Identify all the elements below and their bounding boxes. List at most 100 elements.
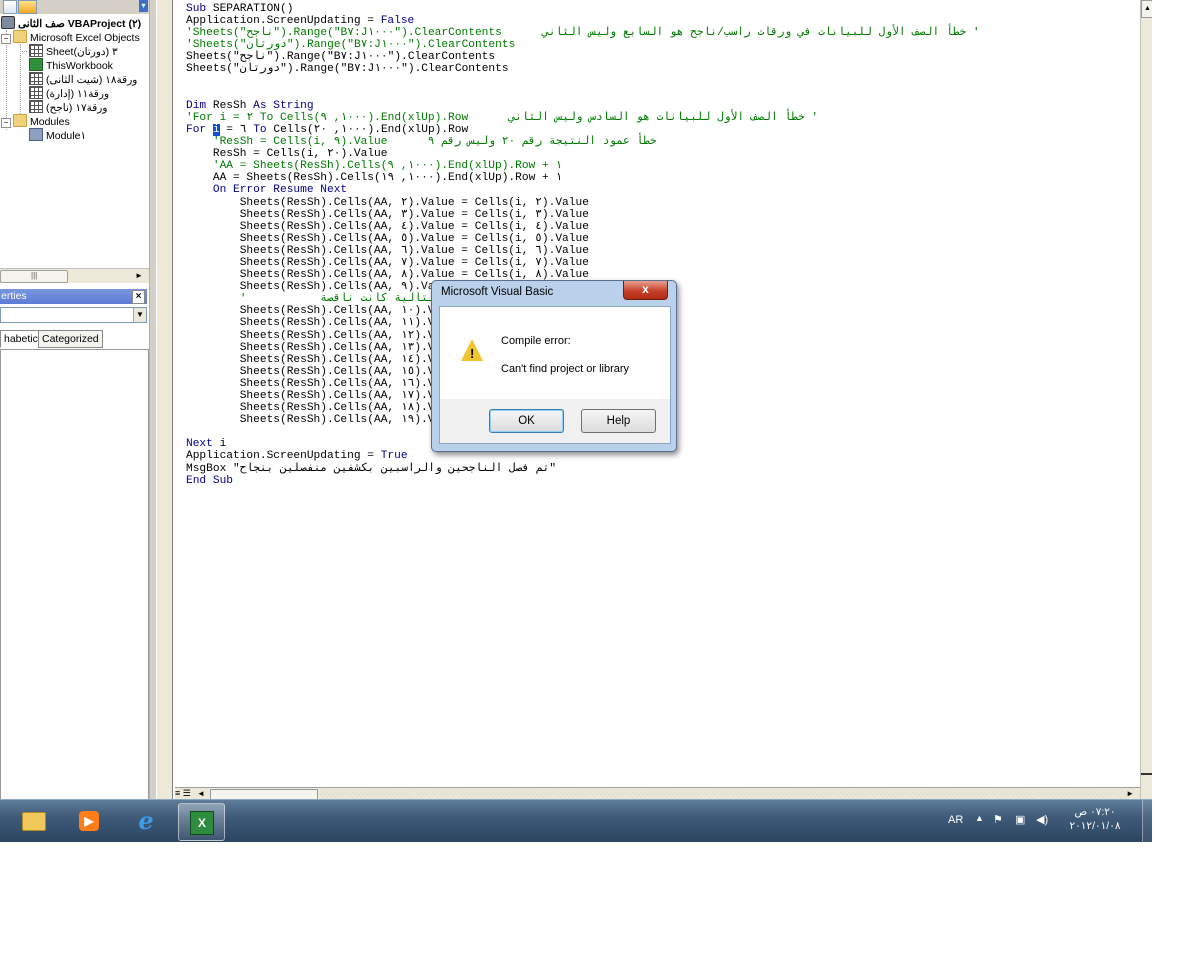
compile-error-dialog: Microsoft Visual Basic x ! Compile error… <box>431 280 677 452</box>
properties-object-dropdown[interactable]: ▼ <box>0 307 147 323</box>
volume-icon[interactable]: ◀) <box>1036 813 1048 826</box>
system-tray: AR ▲ ⚑ ▣ ◀) ٠٧:٢٠ ص ٢٠١٢/٠١/٠٨ <box>940 800 1152 842</box>
taskbar-media-player[interactable]: ▶ <box>67 803 112 839</box>
code-line[interactable] <box>186 88 980 100</box>
tree-node-modules[interactable]: − Modules <box>1 114 70 128</box>
show-desktop-button[interactable] <box>1142 800 1152 842</box>
scroll-right-icon[interactable]: ► <box>132 269 146 282</box>
code-line[interactable]: MsgBox "تم فصل الناجحين والراسبين بكشفين… <box>186 463 980 475</box>
code-keyword: Dim <box>186 99 207 112</box>
taskbar-excel[interactable]: X <box>178 803 225 841</box>
scroll-thumb[interactable]: ||| <box>0 270 68 283</box>
code-line[interactable]: End Sub <box>186 475 980 487</box>
code-vertical-scrollbar[interactable]: ▲ <box>1140 0 1152 799</box>
code-text: AA = Sheets(ResSh).Cells(١٠٠٠, ١٩).End(x… <box>186 172 563 185</box>
code-text: Sheets(ResSh).Cells(AA, ٣).Value = Cells… <box>186 208 589 221</box>
chevron-down-icon[interactable]: ▼ <box>133 308 146 322</box>
show-hidden-icons-icon[interactable]: ▲ <box>975 813 984 823</box>
code-line[interactable]: Sheets(ResSh).Cells(AA, ٣).Value = Cells… <box>186 209 980 221</box>
worksheet-icon <box>29 72 43 85</box>
tree-node-sheet3[interactable]: Sheet٣ (دورتان) <box>20 44 118 58</box>
code-line[interactable]: 'AA = Sheets(ResSh).Cells(١٠٠٠, ٩).End(x… <box>186 160 980 172</box>
view-mode-icon[interactable]: ≡ ☰ <box>175 788 191 799</box>
toolbar-scroll-icon[interactable]: ▾ <box>139 0 148 12</box>
code-line[interactable]: 'Sheets("ناجح").Range("B٧:J١٠٠٠").ClearC… <box>186 27 980 39</box>
code-text: Application.ScreenUpdating = <box>186 15 381 28</box>
code-line[interactable]: Sub SEPARATION() <box>186 3 980 15</box>
code-text: Sheets(ResSh).Cells(AA, ٥).Value = Cells… <box>186 232 589 245</box>
code-line[interactable]: AA = Sheets(ResSh).Cells(١٠٠٠, ١٩).End(x… <box>186 172 980 184</box>
project-horizontal-scrollbar[interactable]: ||| ► <box>0 268 149 283</box>
code-comment: 'AA = Sheets(ResSh).Cells(١٠٠٠, ٩).End(x… <box>186 160 563 173</box>
close-icon[interactable]: x <box>623 281 668 300</box>
code-line[interactable]: Sheets("دورتان").Range("B٧:J١٠٠٠").Clear… <box>186 63 980 75</box>
code-keyword: On Error Resume Next <box>212 184 348 197</box>
code-line[interactable]: Sheets(ResSh).Cells(AA, ٥).Value = Cells… <box>186 233 980 245</box>
split-handle[interactable] <box>1141 773 1152 781</box>
tree-node-excel-objects[interactable]: − Microsoft Excel Objects <box>1 30 140 44</box>
code-text: Sheets(ResSh).Cells(AA, ٧).Value = Cells… <box>186 256 589 269</box>
ok-button[interactable]: OK <box>489 409 564 433</box>
tree-node-sheet18[interactable]: ورقة١٨ (شيت الثانى) <box>21 72 137 86</box>
scroll-track[interactable] <box>320 789 1130 799</box>
properties-grid[interactable] <box>0 349 149 801</box>
code-line[interactable]: 'ResSh = Cells(i, ٩).Value خطأ عمود النت… <box>186 136 980 148</box>
tab-alphabetic[interactable]: habetic <box>0 330 42 348</box>
close-icon[interactable]: × <box>132 290 145 304</box>
code-line[interactable]: Sheets(ResSh).Cells(AA, ٤).Value = Cells… <box>186 221 980 233</box>
code-line[interactable]: Sheets(ResSh).Cells(AA, ٦).Value = Cells… <box>186 245 980 257</box>
tree-node-vbaproject[interactable]: صف الثانى VBAProject (٢) <box>1 16 141 30</box>
scroll-up-icon[interactable]: ▲ <box>1141 0 1152 18</box>
code-keyword: False <box>380 15 415 28</box>
media-player-icon: ▶ <box>79 811 99 831</box>
clock[interactable]: ٠٧:٢٠ ص ٢٠١٢/٠١/٠٨ <box>1060 805 1130 833</box>
scroll-right-icon[interactable]: ► <box>1126 788 1134 799</box>
code-keyword: End Sub <box>186 474 233 487</box>
code-line[interactable]: Sheets("ناجح").Range("B٧:J١٠٠٠").ClearCo… <box>186 51 980 63</box>
code-comment: 'Sheets("ناجح").Range("B٧:J١٠٠٠").ClearC… <box>186 27 980 40</box>
code-line[interactable]: On Error Resume Next <box>186 184 980 196</box>
toggle-folders-button[interactable] <box>18 0 37 14</box>
code-text: = ٦ <box>219 123 254 136</box>
code-line[interactable]: Application.ScreenUpdating = False <box>186 15 980 27</box>
clock-time: ٠٧:٢٠ ص <box>1074 806 1116 818</box>
worksheet-icon <box>29 86 43 99</box>
code-line[interactable]: Sheets(ResSh).Cells(AA, ٢).Value = Cells… <box>186 197 980 209</box>
scroll-left-icon[interactable]: ◄ <box>197 788 205 799</box>
taskbar-internet-explorer[interactable]: e <box>122 803 167 839</box>
code-line[interactable]: Dim ResSh As String <box>186 100 980 112</box>
code-keyword: True <box>380 450 408 463</box>
code-text: Sheets(ResSh).Cells(AA, ٢).Value = Cells… <box>186 196 589 209</box>
code-line[interactable]: For i = ٦ To Cells(١٠٠٠, ٢٠).End(xlUp).R… <box>186 123 980 136</box>
code-line[interactable] <box>186 76 980 88</box>
network-icon[interactable]: ▣ <box>1015 813 1025 826</box>
action-center-flag-icon[interactable]: ⚑ <box>993 813 1009 827</box>
dialog-message-area: ! Compile error: Can't find project or l… <box>439 306 671 401</box>
view-object-button[interactable] <box>3 0 17 14</box>
code-line[interactable]: ResSh = Cells(i, ٢٠).Value <box>186 148 980 160</box>
code-line[interactable]: Sheets(ResSh).Cells(AA, ٧).Value = Cells… <box>186 257 980 269</box>
tree-node-sheet11[interactable]: ورقة١١ (إدارة) <box>21 86 109 100</box>
taskbar-explorer[interactable] <box>10 803 55 839</box>
tab-categorized[interactable]: Categorized <box>38 330 103 348</box>
collapse-icon[interactable]: − <box>1 34 11 44</box>
code-line[interactable]: 'For i = ٢ To Cells(١٠٠٠, ٩).End(xlUp).R… <box>186 112 980 124</box>
tree-node-module1[interactable]: Module١ <box>21 128 86 142</box>
language-indicator[interactable]: AR <box>948 814 963 826</box>
collapse-icon[interactable]: − <box>1 118 11 128</box>
workbook-icon <box>29 58 43 71</box>
tree-node-thisworkbook[interactable]: ThisWorkbook <box>21 58 113 72</box>
code-keyword: To <box>253 123 267 136</box>
code-text: Sheets("ناجح").Range("B٧:J١٠٠٠").ClearCo… <box>186 51 496 64</box>
worksheet-icon <box>29 100 43 113</box>
code-text: ResSh = Cells(i, ٢٠).Value <box>186 148 388 161</box>
pane-splitter[interactable] <box>149 0 157 799</box>
worksheet-icon <box>29 44 43 57</box>
code-line[interactable]: 'Sheets("دورتان").Range("B٧:J١٠٠٠").Clea… <box>186 39 980 51</box>
project-explorer-pane: ▾ صف الثانى VBAProject (٢) − Microsoft Ex… <box>0 0 149 801</box>
vbaproject-icon <box>1 16 15 29</box>
help-button[interactable]: Help <box>581 409 656 433</box>
code-line[interactable]: Application.ScreenUpdating = True <box>186 450 980 462</box>
tree-node-sheet17[interactable]: ورقة١٧ (ناجح) <box>21 100 107 114</box>
